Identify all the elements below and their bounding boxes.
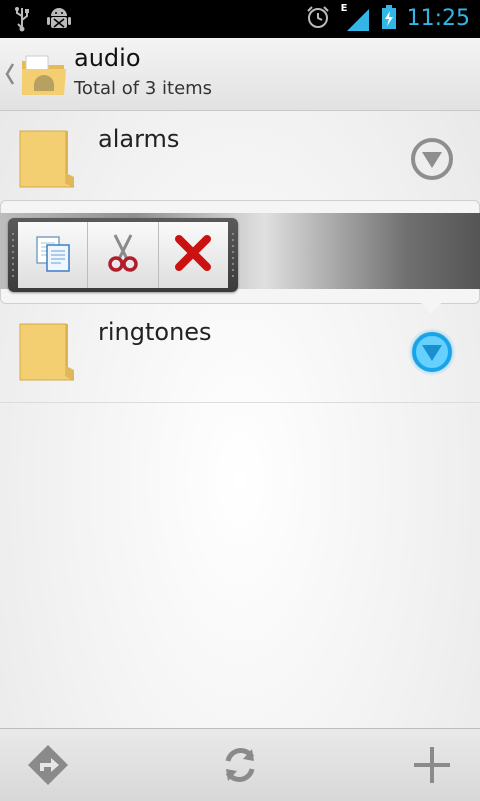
alarm-clock-icon bbox=[305, 4, 331, 34]
context-menu-icon-active[interactable] bbox=[408, 328, 456, 376]
quick-action-popup bbox=[0, 200, 480, 314]
cut-button[interactable] bbox=[88, 222, 159, 288]
list-item[interactable]: alarms bbox=[0, 111, 480, 210]
grip-icon bbox=[12, 233, 14, 277]
grip-icon bbox=[232, 233, 234, 277]
folder-name: ringtones bbox=[98, 318, 212, 346]
up-caret-icon[interactable] bbox=[4, 62, 16, 86]
copy-icon bbox=[33, 233, 73, 277]
delete-button[interactable] bbox=[158, 222, 228, 288]
popup-pointer bbox=[418, 300, 444, 314]
battery-charging-icon bbox=[381, 4, 397, 34]
action-bar: audio Total of 3 items bbox=[0, 38, 480, 111]
usb-icon bbox=[12, 6, 32, 36]
status-clock: 11:25 bbox=[406, 6, 470, 31]
cut-icon bbox=[103, 233, 143, 277]
add-icon[interactable] bbox=[408, 741, 456, 789]
copy-button[interactable] bbox=[18, 222, 89, 288]
go-to-icon[interactable] bbox=[24, 741, 72, 789]
android-debug-icon bbox=[46, 6, 72, 36]
context-menu-icon[interactable] bbox=[408, 135, 456, 183]
status-bar: E 11:25 bbox=[0, 0, 480, 38]
delete-icon bbox=[173, 233, 213, 277]
status-right: E 11:25 bbox=[305, 3, 470, 34]
page-title: audio bbox=[74, 44, 141, 72]
refresh-icon[interactable] bbox=[216, 741, 264, 789]
folder-icon bbox=[18, 320, 76, 384]
signal-icon: E bbox=[341, 3, 371, 33]
status-left bbox=[12, 6, 72, 36]
folder-logo-icon[interactable] bbox=[20, 51, 68, 99]
bottom-toolbar bbox=[0, 728, 480, 801]
folder-icon bbox=[18, 127, 76, 191]
quick-action-bar bbox=[8, 218, 238, 292]
quick-action-items bbox=[18, 222, 228, 288]
item-count: Total of 3 items bbox=[74, 78, 213, 99]
folder-name: alarms bbox=[98, 125, 180, 153]
list-item[interactable]: ringtones bbox=[0, 304, 480, 403]
